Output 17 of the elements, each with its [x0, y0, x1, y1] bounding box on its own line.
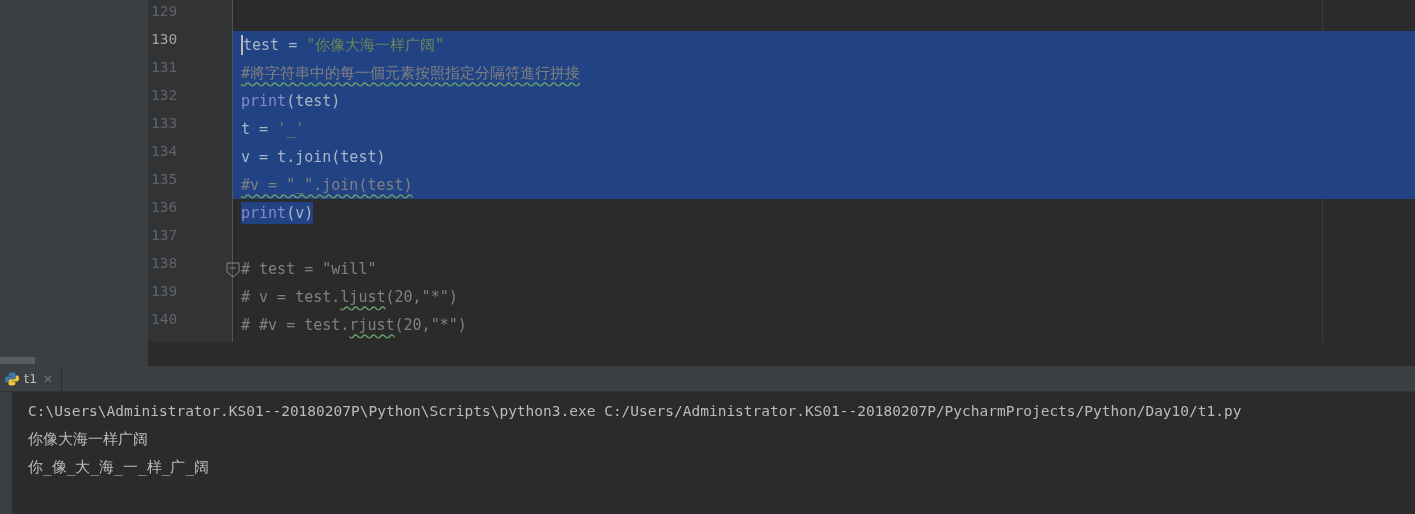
code-line: v = t.join(test) [241, 147, 386, 168]
code-line: # v = test.ljust(20,"*") [241, 287, 458, 308]
text-caret [241, 35, 243, 55]
console-output-line: 你_像_大_海_一_样_广_阔 [28, 458, 211, 478]
line-number: 130 [150, 31, 179, 49]
code-line: t = '_' [241, 119, 305, 140]
fold-icon[interactable] [226, 262, 240, 278]
tab-label: t1 [24, 371, 38, 386]
code-line: #v = "_".join(test) [241, 175, 413, 196]
code-line: # #v = test.rjust(20,"*") [241, 315, 467, 336]
code-line: #將字符串中的每一個元素按照指定分隔符進行拼接 [241, 63, 581, 84]
code-line: # test = "will" [241, 259, 377, 280]
code-line: print(test) [241, 91, 341, 112]
scrollbar-thumb[interactable] [0, 357, 35, 364]
python-icon [5, 371, 19, 386]
console-output-line: C:\Users\Administrator.KS01--20180207P\Python\Scripts\python3.exe C:/Users/Administrator.KS01--20180207P/PycharmProjects/Python/Day10/t1.py [28, 402, 1242, 421]
console-output-line: 你像大海一样广阔 [28, 430, 149, 449]
